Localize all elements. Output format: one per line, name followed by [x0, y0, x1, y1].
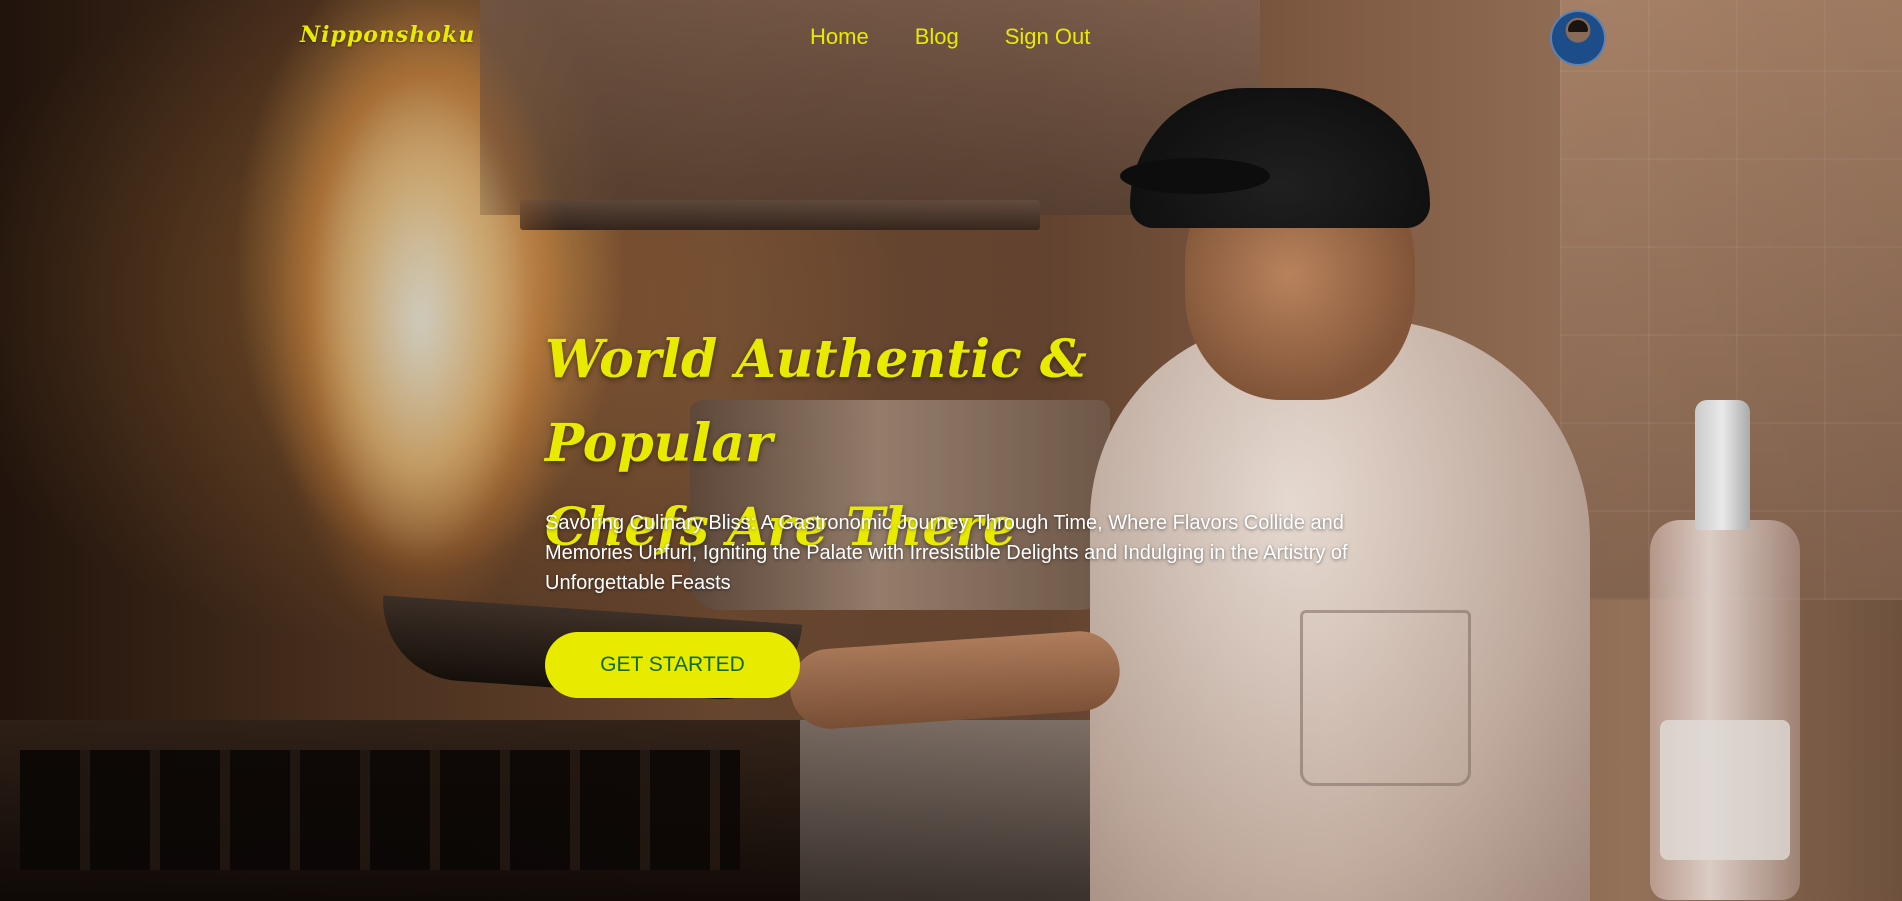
user-avatar-icon[interactable]: [1550, 10, 1606, 66]
hero-subtext: Savoring Culinary Bliss: A Gastronomic J…: [545, 512, 1348, 594]
nav-link-sign-out[interactable]: Sign Out: [1005, 24, 1091, 50]
get-started-button[interactable]: GET STARTED: [545, 632, 800, 698]
nav-link-home[interactable]: Home: [810, 24, 869, 50]
hero-section: Nipponshoku Home Blog Sign Out World Aut…: [0, 0, 1902, 901]
main-nav: Home Blog Sign Out: [810, 24, 1090, 50]
site-logo[interactable]: Nipponshoku: [300, 22, 475, 48]
nav-link-blog[interactable]: Blog: [915, 24, 959, 50]
hero-headline-line-1: World Authentic & Popular: [545, 329, 1087, 474]
